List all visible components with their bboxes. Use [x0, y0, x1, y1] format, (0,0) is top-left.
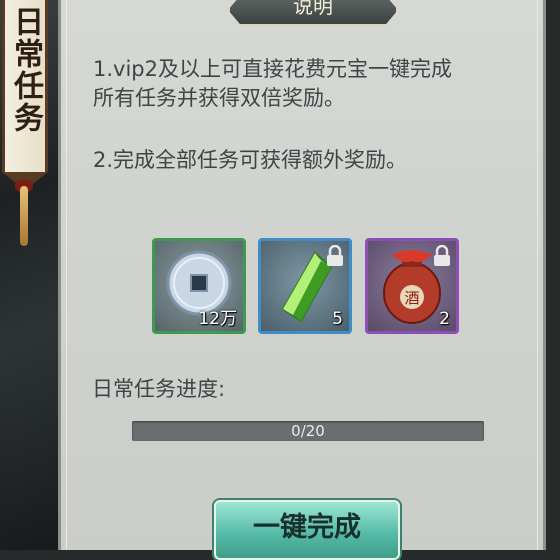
lock-icon: [327, 245, 343, 266]
panel-title: 说明: [293, 0, 333, 18]
banner-title: 日常任务: [8, 6, 43, 134]
reward-count: 2: [439, 309, 450, 329]
panel-title-plate: 说明: [228, 0, 398, 26]
description-line-2: 所有任务并获得双倍奖励。: [93, 86, 345, 110]
reward-slot-wine-jar[interactable]: 酒 2: [365, 238, 459, 334]
progress-label: 日常任务进度:: [92, 377, 226, 401]
reward-count: 5: [332, 309, 343, 329]
progress-bar: 0/20: [132, 421, 484, 441]
daily-tasks-banner[interactable]: 日常任务: [2, 0, 48, 172]
description-line-3: 2.完成全部任务可获得额外奖励。: [93, 148, 408, 172]
banner-tassel: [20, 186, 28, 246]
progress-text: 0/20: [291, 422, 325, 440]
one-click-complete-button[interactable]: 一键完成: [214, 500, 400, 560]
reward-slot-crystal[interactable]: 5: [258, 238, 352, 334]
reward-count: 12万: [198, 309, 237, 329]
description-line-1: 1.vip2及以上可直接花费元宝一键完成: [93, 57, 452, 81]
reward-slot-coins[interactable]: 12万: [152, 238, 246, 334]
jar-label: 酒: [404, 289, 419, 307]
lock-icon: [434, 245, 450, 266]
